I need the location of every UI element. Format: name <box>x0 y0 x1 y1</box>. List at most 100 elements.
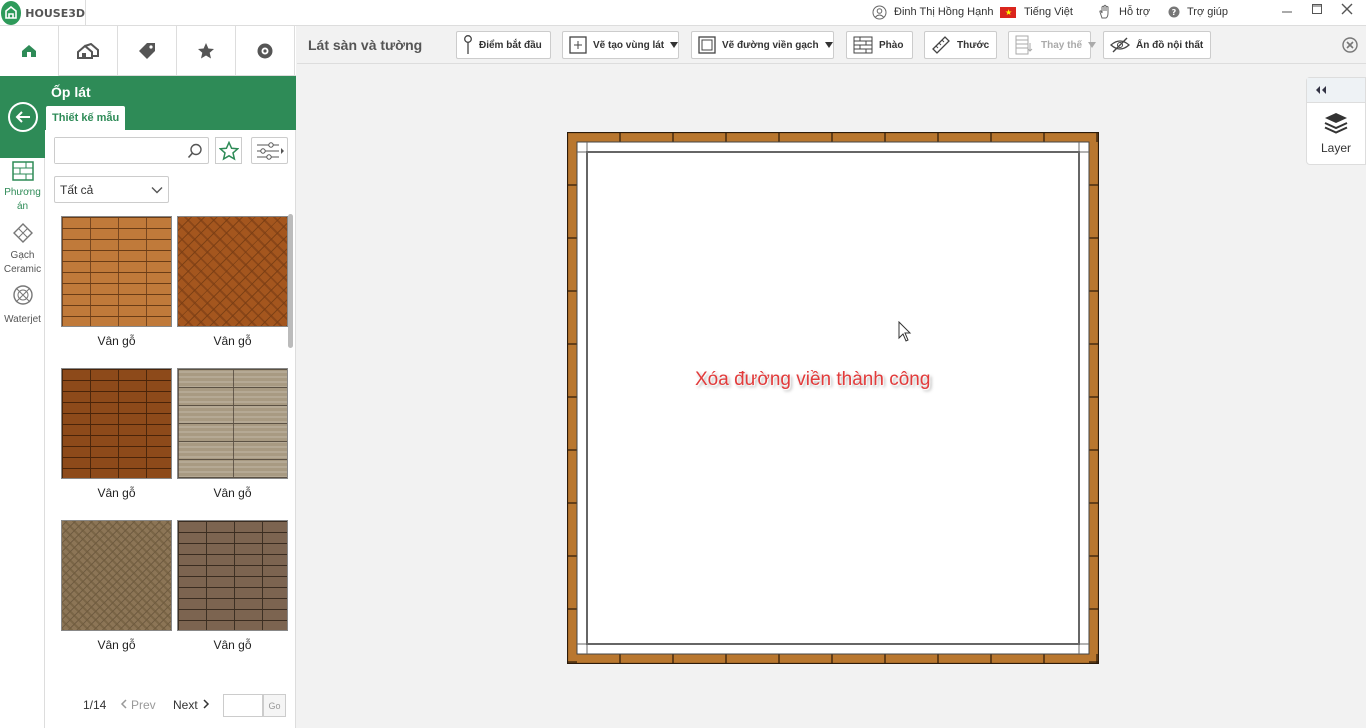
minimize-button[interactable] <box>1276 0 1298 18</box>
page-number-input[interactable] <box>223 694 263 717</box>
close-toolbar-icon[interactable] <box>1342 37 1358 53</box>
caret-down-icon <box>670 42 679 48</box>
favorites-filter-button[interactable] <box>215 137 242 164</box>
maximize-icon <box>1312 4 1322 14</box>
ruler-label: Thước <box>957 39 990 51</box>
advanced-filter-button[interactable] <box>251 137 288 164</box>
vietnam-flag-icon <box>1000 6 1016 18</box>
replace-button[interactable]: Thay thế <box>1008 31 1097 59</box>
draw-border-button[interactable]: Vẽ đường viền gạch <box>691 31 834 59</box>
close-icon <box>1341 3 1353 15</box>
material-tile[interactable]: Vân gỗ <box>177 216 288 348</box>
search-box <box>54 137 209 164</box>
caret-down-icon <box>1088 42 1097 48</box>
material-swatch <box>61 368 172 479</box>
app-logo: HOUSE3D <box>0 0 86 26</box>
brick-icon <box>853 36 873 54</box>
eye-off-icon <box>1110 37 1130 53</box>
caret-down-icon <box>824 42 833 48</box>
compass-icon <box>257 43 273 59</box>
tiling-toolbar: Lát sàn và tường Điểm bắt đầu Vẽ tạo vùn… <box>297 26 1366 64</box>
search-icon[interactable] <box>187 143 203 159</box>
material-swatch <box>177 216 288 327</box>
main-nav-tabs <box>0 26 296 76</box>
hide-furniture-button[interactable]: Ẩn đồ nội thất <box>1103 31 1211 59</box>
next-label: Next <box>173 698 198 712</box>
material-label: Vân gỗ <box>213 638 252 652</box>
tab-tags[interactable] <box>118 26 177 76</box>
star-outline-icon <box>218 140 239 161</box>
tag-icon <box>139 43 155 59</box>
house3d-logo-icon <box>1 1 22 25</box>
rail-label-waterjet: Waterjet <box>4 314 41 325</box>
support-link[interactable]: Hỗ trợ <box>1097 0 1150 24</box>
ruler-icon <box>932 36 950 54</box>
support-label: Hỗ trợ <box>1119 6 1151 18</box>
maximize-button[interactable] <box>1306 0 1328 18</box>
replace-icon <box>1015 35 1033 55</box>
draw-area-button[interactable]: Vẽ tạo vùng lát <box>562 31 679 59</box>
layer-label: Layer <box>1320 141 1352 155</box>
molding-button[interactable]: Phào <box>846 31 913 59</box>
tab-favorites[interactable] <box>177 26 236 76</box>
next-page-button[interactable]: Next <box>173 698 210 712</box>
material-tile[interactable]: Vân gỗ <box>61 216 172 348</box>
layer-panel[interactable]: Layer <box>1306 77 1366 165</box>
start-point-button[interactable]: Điểm bắt đầu <box>456 31 551 59</box>
svg-text:?: ? <box>1172 8 1177 17</box>
user-name: Đinh Thị Hồng Hạnh <box>894 6 994 18</box>
panel-scrollbar[interactable] <box>288 214 293 348</box>
material-label: Vân gỗ <box>97 638 136 652</box>
help-icon: ? <box>1168 6 1180 18</box>
floor-plan-icon <box>22 45 36 57</box>
material-panel: Tất cả Vân gỗ Vân gỗ Vân gỗ Vân gỗ Vân g… <box>45 130 296 728</box>
user-menu[interactable]: Đinh Thị Hồng Hạnh <box>872 0 993 24</box>
go-button[interactable]: Go <box>263 694 286 717</box>
start-point-label: Điểm bắt đầu <box>479 39 542 51</box>
back-button[interactable] <box>0 76 45 158</box>
tab-floor-plan[interactable] <box>0 26 59 76</box>
prev-page-button[interactable]: Prev <box>120 698 156 712</box>
add-area-icon <box>569 36 587 54</box>
toolbar-title: Lát sàn và tường <box>308 37 423 53</box>
tab-sample-designs[interactable]: Thiết kế mẫu <box>46 106 126 130</box>
app-name: HOUSE3D <box>25 6 85 20</box>
material-swatch <box>177 368 288 479</box>
rail-item-waterjet[interactable]: Waterjet <box>0 284 45 327</box>
language-selector[interactable]: Tiếng Việt <box>1000 0 1073 24</box>
rail-item-plans[interactable]: Phương án <box>0 161 45 214</box>
material-tile[interactable]: Vân gỗ <box>177 368 288 500</box>
close-window-button[interactable] <box>1336 0 1358 18</box>
rail-item-ceramic[interactable]: Gạch Ceramic <box>0 222 45 277</box>
success-message: Xóa đường viền thành công <box>695 369 931 390</box>
hide-furniture-label: Ẩn đồ nội thất <box>1136 39 1204 51</box>
user-icon <box>872 5 887 19</box>
material-label: Vân gỗ <box>97 334 136 348</box>
title-bar: HOUSE3D Đinh Thị Hồng Hạnh Tiếng Việt Hỗ… <box>0 0 1366 26</box>
chevron-down-icon <box>151 187 163 194</box>
material-tile[interactable]: Vân gỗ <box>177 520 288 652</box>
collapse-layer-button[interactable] <box>1307 78 1365 103</box>
tab-house[interactable] <box>59 26 118 76</box>
ruler-button[interactable]: Thước <box>924 31 997 59</box>
material-label: Vân gỗ <box>213 486 252 500</box>
tab-search[interactable] <box>236 26 295 76</box>
waterjet-icon <box>12 285 33 305</box>
help-link[interactable]: ? Trợ giúp <box>1168 0 1228 24</box>
material-label: Vân gỗ <box>97 486 136 500</box>
double-chevron-left-icon <box>1316 86 1326 94</box>
molding-label: Phào <box>879 39 904 51</box>
category-select-value: Tất cả <box>60 182 94 197</box>
minimize-icon <box>1282 11 1292 13</box>
draw-area-label: Vẽ tạo vùng lát <box>593 39 665 51</box>
material-label: Vân gỗ <box>213 334 252 348</box>
arrow-left-icon <box>15 111 30 123</box>
layers-icon <box>1324 113 1348 134</box>
category-select[interactable]: Tất cả <box>54 176 169 203</box>
material-tile[interactable]: Vân gỗ <box>61 368 172 500</box>
material-tile[interactable]: Vân gỗ <box>61 520 172 652</box>
panel-title: Ốp lát <box>51 84 91 100</box>
search-input[interactable] <box>55 138 180 163</box>
room-floor-plan[interactable] <box>566 131 1100 665</box>
help-label: Trợ giúp <box>1187 6 1229 18</box>
